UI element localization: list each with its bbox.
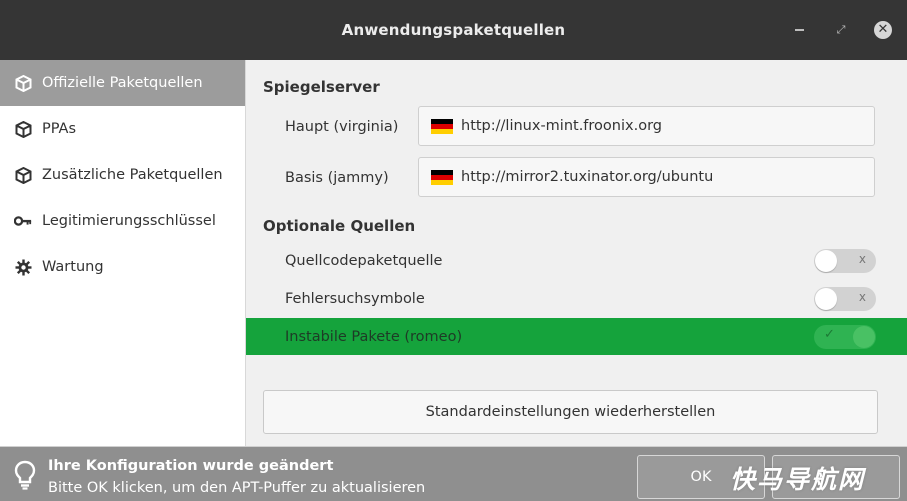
unstable-packages-toggle[interactable]: ✓ <box>814 324 876 349</box>
sidebar-item-official-sources[interactable]: Offizielle Paketquellen <box>0 60 245 106</box>
restore-defaults-button[interactable]: Standardeinstellungen wiederherstellen <box>263 390 878 434</box>
main-panel: Spiegelserver Haupt (virginia) http://li… <box>246 60 907 446</box>
germany-flag-icon <box>431 118 453 134</box>
package-icon <box>14 166 32 184</box>
sidebar-item-label: Zusätzliche Paketquellen <box>42 167 223 183</box>
lightbulb-icon <box>12 459 38 491</box>
sidebar-item-label: Offizielle Paketquellen <box>42 75 203 91</box>
debug-symbols-toggle[interactable]: x <box>814 286 876 311</box>
status-title: Ihre Konfiguration wurde geändert <box>48 458 334 474</box>
sidebar-item-maintenance[interactable]: Wartung <box>0 244 245 290</box>
option-row-unstable-packages: Instabile Pakete (romeo) ✓ <box>246 318 907 355</box>
status-subtitle: Bitte OK klicken, um den APT-Puffer zu a… <box>48 480 426 496</box>
maximize-button[interactable]: ⤢ <box>831 20 851 40</box>
sidebar-item-additional-sources[interactable]: Zusätzliche Paketquellen <box>0 152 245 198</box>
toggle-knob <box>815 287 837 310</box>
maximize-icon: ⤢ <box>836 23 846 36</box>
window-title: Anwendungspaketquellen <box>341 21 566 39</box>
sidebar-item-label: Wartung <box>42 259 104 275</box>
optional-section-title: Optionale Quellen <box>263 217 416 235</box>
sidebar-item-ppas[interactable]: PPAs <box>0 106 245 152</box>
option-label: Instabile Pakete (romeo) <box>285 328 463 345</box>
package-icon <box>14 120 32 138</box>
sidebar-item-authentication-keys[interactable]: Legitimierungsschlüssel <box>0 198 245 244</box>
base-mirror-url: http://mirror2.tuxinator.org/ubuntu <box>461 169 714 185</box>
option-row-debug-symbols: Fehlersuchsymbole x <box>246 280 907 317</box>
package-icon <box>14 74 32 92</box>
base-mirror-field[interactable]: http://mirror2.tuxinator.org/ubuntu <box>418 157 875 197</box>
sidebar: Offizielle Paketquellen PPAs Zusätzliche… <box>0 60 246 446</box>
main-mirror-field[interactable]: http://linux-mint.froonix.org <box>418 106 875 146</box>
close-button[interactable]: ✕ <box>873 20 893 40</box>
minimize-button[interactable] <box>789 20 809 40</box>
sidebar-item-label: Legitimierungsschlüssel <box>42 213 216 229</box>
toggle-knob <box>853 325 875 348</box>
window-controls: ⤢ ✕ <box>789 0 893 60</box>
main-mirror-label: Haupt (virginia) <box>285 119 399 135</box>
title-bar: Anwendungspaketquellen ⤢ ✕ <box>0 0 907 60</box>
off-mark-icon: x <box>858 289 866 304</box>
off-mark-icon: x <box>858 251 866 266</box>
close-icon: ✕ <box>874 21 892 39</box>
germany-flag-icon <box>431 169 453 185</box>
key-icon <box>14 212 32 230</box>
option-row-source-code: Quellcodepaketquelle x <box>246 242 907 279</box>
toggle-knob <box>815 249 837 272</box>
option-label: Fehlersuchsymbole <box>285 290 425 307</box>
check-mark-icon: ✓ <box>824 326 835 342</box>
source-code-toggle[interactable]: x <box>814 248 876 273</box>
base-mirror-label: Basis (jammy) <box>285 170 389 186</box>
gear-icon <box>14 258 32 276</box>
watermark-logo: 快马导航网 <box>730 465 866 494</box>
sidebar-item-label: PPAs <box>42 121 77 137</box>
minimize-icon <box>794 29 804 31</box>
option-label: Quellcodepaketquelle <box>285 252 443 269</box>
mirrors-section-title: Spiegelserver <box>263 78 380 96</box>
main-mirror-url: http://linux-mint.froonix.org <box>461 118 662 134</box>
